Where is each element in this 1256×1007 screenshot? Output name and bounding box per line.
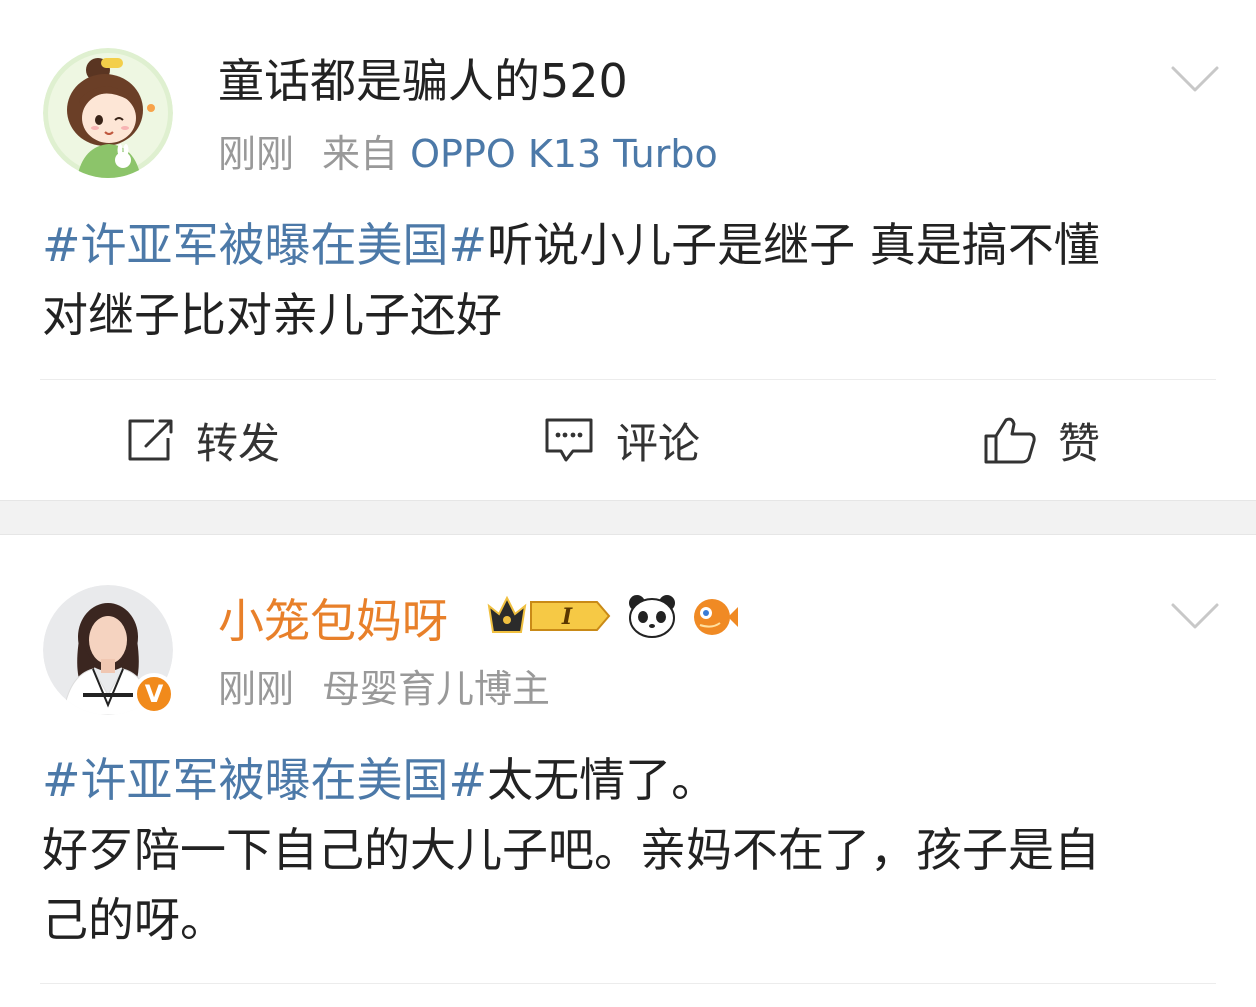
comment-button[interactable]: 评论 — [542, 410, 700, 470]
avatar[interactable] — [43, 48, 173, 178]
device-source-link[interactable]: OPPO K13 Turbo — [410, 132, 718, 176]
action-bar: 转发 评论 赞 — [0, 380, 1256, 500]
feed-post: 童话都是骗人的520 刚刚 来自 OPPO K13 Turbo #许亚军被曝在美国… — [0, 0, 1256, 500]
username[interactable]: 童话都是骗人的520 — [218, 53, 628, 109]
post-meta: 刚刚 母婴育儿博主 — [218, 665, 550, 713]
user-bio: 母婴育儿博主 — [322, 667, 551, 711]
topic-hashtag-link[interactable]: #许亚军被曝在美国# — [42, 218, 487, 272]
repost-label: 转发 — [196, 418, 281, 468]
level-badge-text: I — [561, 604, 573, 630]
post-meta: 刚刚 来自 OPPO K13 Turbo — [218, 130, 718, 178]
repost-icon — [128, 419, 173, 461]
topic-hashtag-link[interactable]: #许亚军被曝在美国# — [42, 753, 487, 807]
chevron-down-icon[interactable] — [1170, 64, 1220, 94]
verified-badge-icon: V — [133, 673, 175, 715]
source-prefix: 来自 — [322, 132, 399, 176]
post-time: 刚刚 — [218, 132, 295, 176]
post-time: 刚刚 — [218, 667, 295, 711]
crown-level-badge-icon[interactable]: I — [485, 592, 615, 640]
avatar-illustration — [43, 48, 173, 178]
like-label: 赞 — [1058, 418, 1101, 468]
post-text: #许亚军被曝在美国#听说小儿子是继子 真是搞不懂 对继子比对亲儿子还好 — [42, 210, 1222, 350]
panda-icon[interactable] — [627, 593, 677, 639]
chevron-down-icon[interactable] — [1170, 601, 1220, 631]
username[interactable]: 小笼包妈呀 — [218, 593, 448, 649]
like-button[interactable]: 赞 — [982, 410, 1100, 470]
post-text: #许亚军被曝在美国#太无情了。 好歹陪一下自己的大儿子吧。亲妈不在了，孩子是自 … — [42, 745, 1222, 955]
comment-icon — [545, 418, 593, 462]
pufferfish-icon[interactable] — [690, 593, 740, 639]
divider — [40, 983, 1216, 984]
thumbs-up-icon — [984, 417, 1036, 464]
feed-separator — [0, 500, 1256, 535]
comment-label: 评论 — [616, 418, 701, 468]
repost-button[interactable]: 转发 — [124, 410, 280, 470]
